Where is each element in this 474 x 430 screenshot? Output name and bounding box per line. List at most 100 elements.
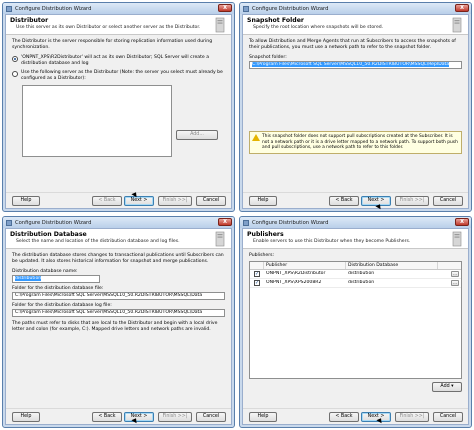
publishers-grid: Publisher Distribution Database ✓ ONPNT_…: [249, 261, 462, 379]
wizard-client: Snapshot Folder Specify the root locatio…: [242, 14, 469, 209]
next-button[interactable]: Next >: [124, 412, 154, 422]
wizard-client: Distributor Use this server as its own D…: [5, 14, 232, 209]
next-button[interactable]: Next >: [124, 196, 154, 206]
finish-button[interactable]: Finish >>|: [395, 196, 429, 206]
option-self-distributor[interactable]: 'ONPNT_XPS\R2Distributor' will act as it…: [12, 55, 225, 67]
window-title: Configure Distribution Wizard: [15, 219, 92, 226]
page-subtitle: Specify the root location where snapshot…: [253, 25, 384, 30]
title-bar: Configure Distribution Wizard X: [240, 217, 471, 228]
publishers-label: Publishers:: [249, 253, 275, 258]
server-icon: [452, 231, 462, 247]
cancel-button[interactable]: Cancel: [433, 196, 463, 206]
server-icon: [452, 17, 462, 33]
properties-button[interactable]: ...: [451, 280, 459, 286]
add-server-button[interactable]: Add...: [176, 130, 218, 140]
cancel-button[interactable]: Cancel: [196, 412, 226, 422]
app-icon: [243, 5, 249, 12]
page-header: Distribution Database Select the name an…: [6, 229, 231, 249]
page-title: Snapshot Folder: [247, 17, 304, 24]
page-title: Publishers: [247, 231, 284, 238]
close-button[interactable]: X: [218, 4, 232, 12]
app-icon: [243, 219, 249, 226]
back-button[interactable]: < Back: [92, 196, 122, 206]
help-button[interactable]: Help: [12, 412, 40, 422]
log-folder-value: C:\Program Files\Microsoft SQL Server\MS…: [15, 310, 203, 315]
title-bar: Configure Distribution Wizard X: [3, 217, 234, 228]
option-other-distributor[interactable]: Use the following server as the Distribu…: [12, 70, 225, 82]
finish-button[interactable]: Finish >>|: [158, 196, 192, 206]
enable-checkbox[interactable]: ✓: [254, 271, 260, 277]
add-publisher-button[interactable]: Add ▾: [432, 382, 462, 392]
wizard-client: Distribution Database Select the name an…: [5, 228, 232, 425]
header-distribution-db[interactable]: Distribution Database: [346, 262, 438, 269]
wizard-window-publishers: Configure Distribution Wizard X Publishe…: [239, 216, 472, 428]
window-title: Configure Distribution Wizard: [15, 5, 92, 12]
page-subtitle: Enable servers to use this Distributor w…: [253, 239, 411, 244]
app-icon: [6, 219, 12, 226]
finish-button[interactable]: Finish >>|: [395, 412, 429, 422]
wizard-window-snapshot: Configure Distribution Wizard X Snapshot…: [239, 2, 472, 212]
back-button[interactable]: < Back: [329, 412, 359, 422]
path-note: The paths must refer to disks that are l…: [12, 321, 218, 332]
close-button[interactable]: X: [218, 218, 232, 226]
radio-other[interactable]: [12, 71, 18, 77]
properties-button[interactable]: ...: [451, 271, 459, 277]
wizard-window-distributor: Configure Distribution Wizard X Distribu…: [2, 2, 235, 212]
db-name-value: distribution: [15, 276, 42, 281]
snapshot-folder-input[interactable]: C:\Program Files\Microsoft SQL Server\MS…: [249, 61, 462, 69]
option-other-label: Use the following server as the Distribu…: [21, 70, 223, 81]
data-folder-input[interactable]: C:\Program Files\Microsoft SQL Server\MS…: [12, 292, 225, 300]
intro-text: The distribution database stores changes…: [12, 253, 224, 264]
publisher-cell: ONPNT_XPS\XPS2008R2: [266, 280, 322, 285]
help-button[interactable]: Help: [249, 412, 277, 422]
radio-self[interactable]: [12, 56, 18, 62]
header-check-column: [250, 262, 264, 269]
window-title: Configure Distribution Wizard: [252, 219, 329, 226]
close-button[interactable]: X: [455, 218, 469, 226]
help-button[interactable]: Help: [249, 196, 277, 206]
finish-button[interactable]: Finish >>|: [158, 412, 192, 422]
warning-panel: This snapshot folder does not support pu…: [249, 131, 462, 154]
database-cell: distribution: [348, 271, 375, 276]
table-row[interactable]: ✓ ONPNT_XPS\XPS2008R2 distribution ...: [250, 279, 461, 288]
page-subtitle: Use this server as its own Distributor o…: [16, 25, 201, 30]
page-body: The Distributor is the server responsibl…: [6, 35, 231, 192]
grid-header: Publisher Distribution Database: [250, 262, 461, 270]
snapshot-folder-value: C:\Program Files\Microsoft SQL Server\MS…: [252, 62, 450, 67]
back-button[interactable]: < Back: [329, 196, 359, 206]
publisher-cell: ONPNT_XPS\R2Distributor: [266, 271, 326, 276]
page-header: Distributor Use this server as its own D…: [6, 15, 231, 35]
enable-checkbox[interactable]: ✓: [254, 280, 260, 286]
warning-text: This snapshot folder does not support pu…: [262, 134, 458, 150]
header-publisher[interactable]: Publisher: [264, 262, 346, 269]
db-name-label: Distribution database name:: [12, 269, 78, 274]
help-button[interactable]: Help: [12, 196, 40, 206]
window-title: Configure Distribution Wizard: [252, 5, 329, 12]
back-button[interactable]: < Back: [92, 412, 122, 422]
title-bar: Configure Distribution Wizard X: [3, 3, 234, 14]
intro-text: The Distributor is the server responsibl…: [12, 39, 213, 50]
cancel-button[interactable]: Cancel: [196, 196, 226, 206]
page-body: Publishers: Publisher Distribution Datab…: [243, 249, 468, 408]
distributor-server-list[interactable]: [22, 85, 172, 157]
cancel-button[interactable]: Cancel: [433, 412, 463, 422]
button-bar: Help < Back Next > Finish >>| Cancel: [6, 192, 231, 208]
button-bar: Help < Back Next > Finish >>| Cancel: [243, 192, 468, 208]
button-bar: Help < Back Next > Finish >>| Cancel: [6, 408, 231, 424]
server-icon: [215, 17, 225, 33]
wizard-client: Publishers Enable servers to use this Di…: [242, 228, 469, 425]
table-row[interactable]: ✓ ONPNT_XPS\R2Distributor distribution .…: [250, 270, 461, 279]
db-name-input[interactable]: distribution: [12, 275, 100, 283]
app-icon: [6, 5, 12, 12]
data-folder-value: C:\Program Files\Microsoft SQL Server\MS…: [15, 293, 203, 298]
page-title: Distribution Database: [10, 231, 87, 238]
page-subtitle: Select the name and location of the dist…: [16, 239, 180, 244]
button-bar: Help < Back Next > Finish >>| Cancel: [243, 408, 468, 424]
database-cell: distribution: [348, 280, 375, 285]
title-bar: Configure Distribution Wizard X: [240, 3, 471, 14]
page-header: Publishers Enable servers to use this Di…: [243, 229, 468, 249]
wizard-window-database: Configure Distribution Wizard X Distribu…: [2, 216, 235, 428]
close-button[interactable]: X: [455, 4, 469, 12]
page-header: Snapshot Folder Specify the root locatio…: [243, 15, 468, 35]
log-folder-input[interactable]: C:\Program Files\Microsoft SQL Server\MS…: [12, 309, 225, 317]
